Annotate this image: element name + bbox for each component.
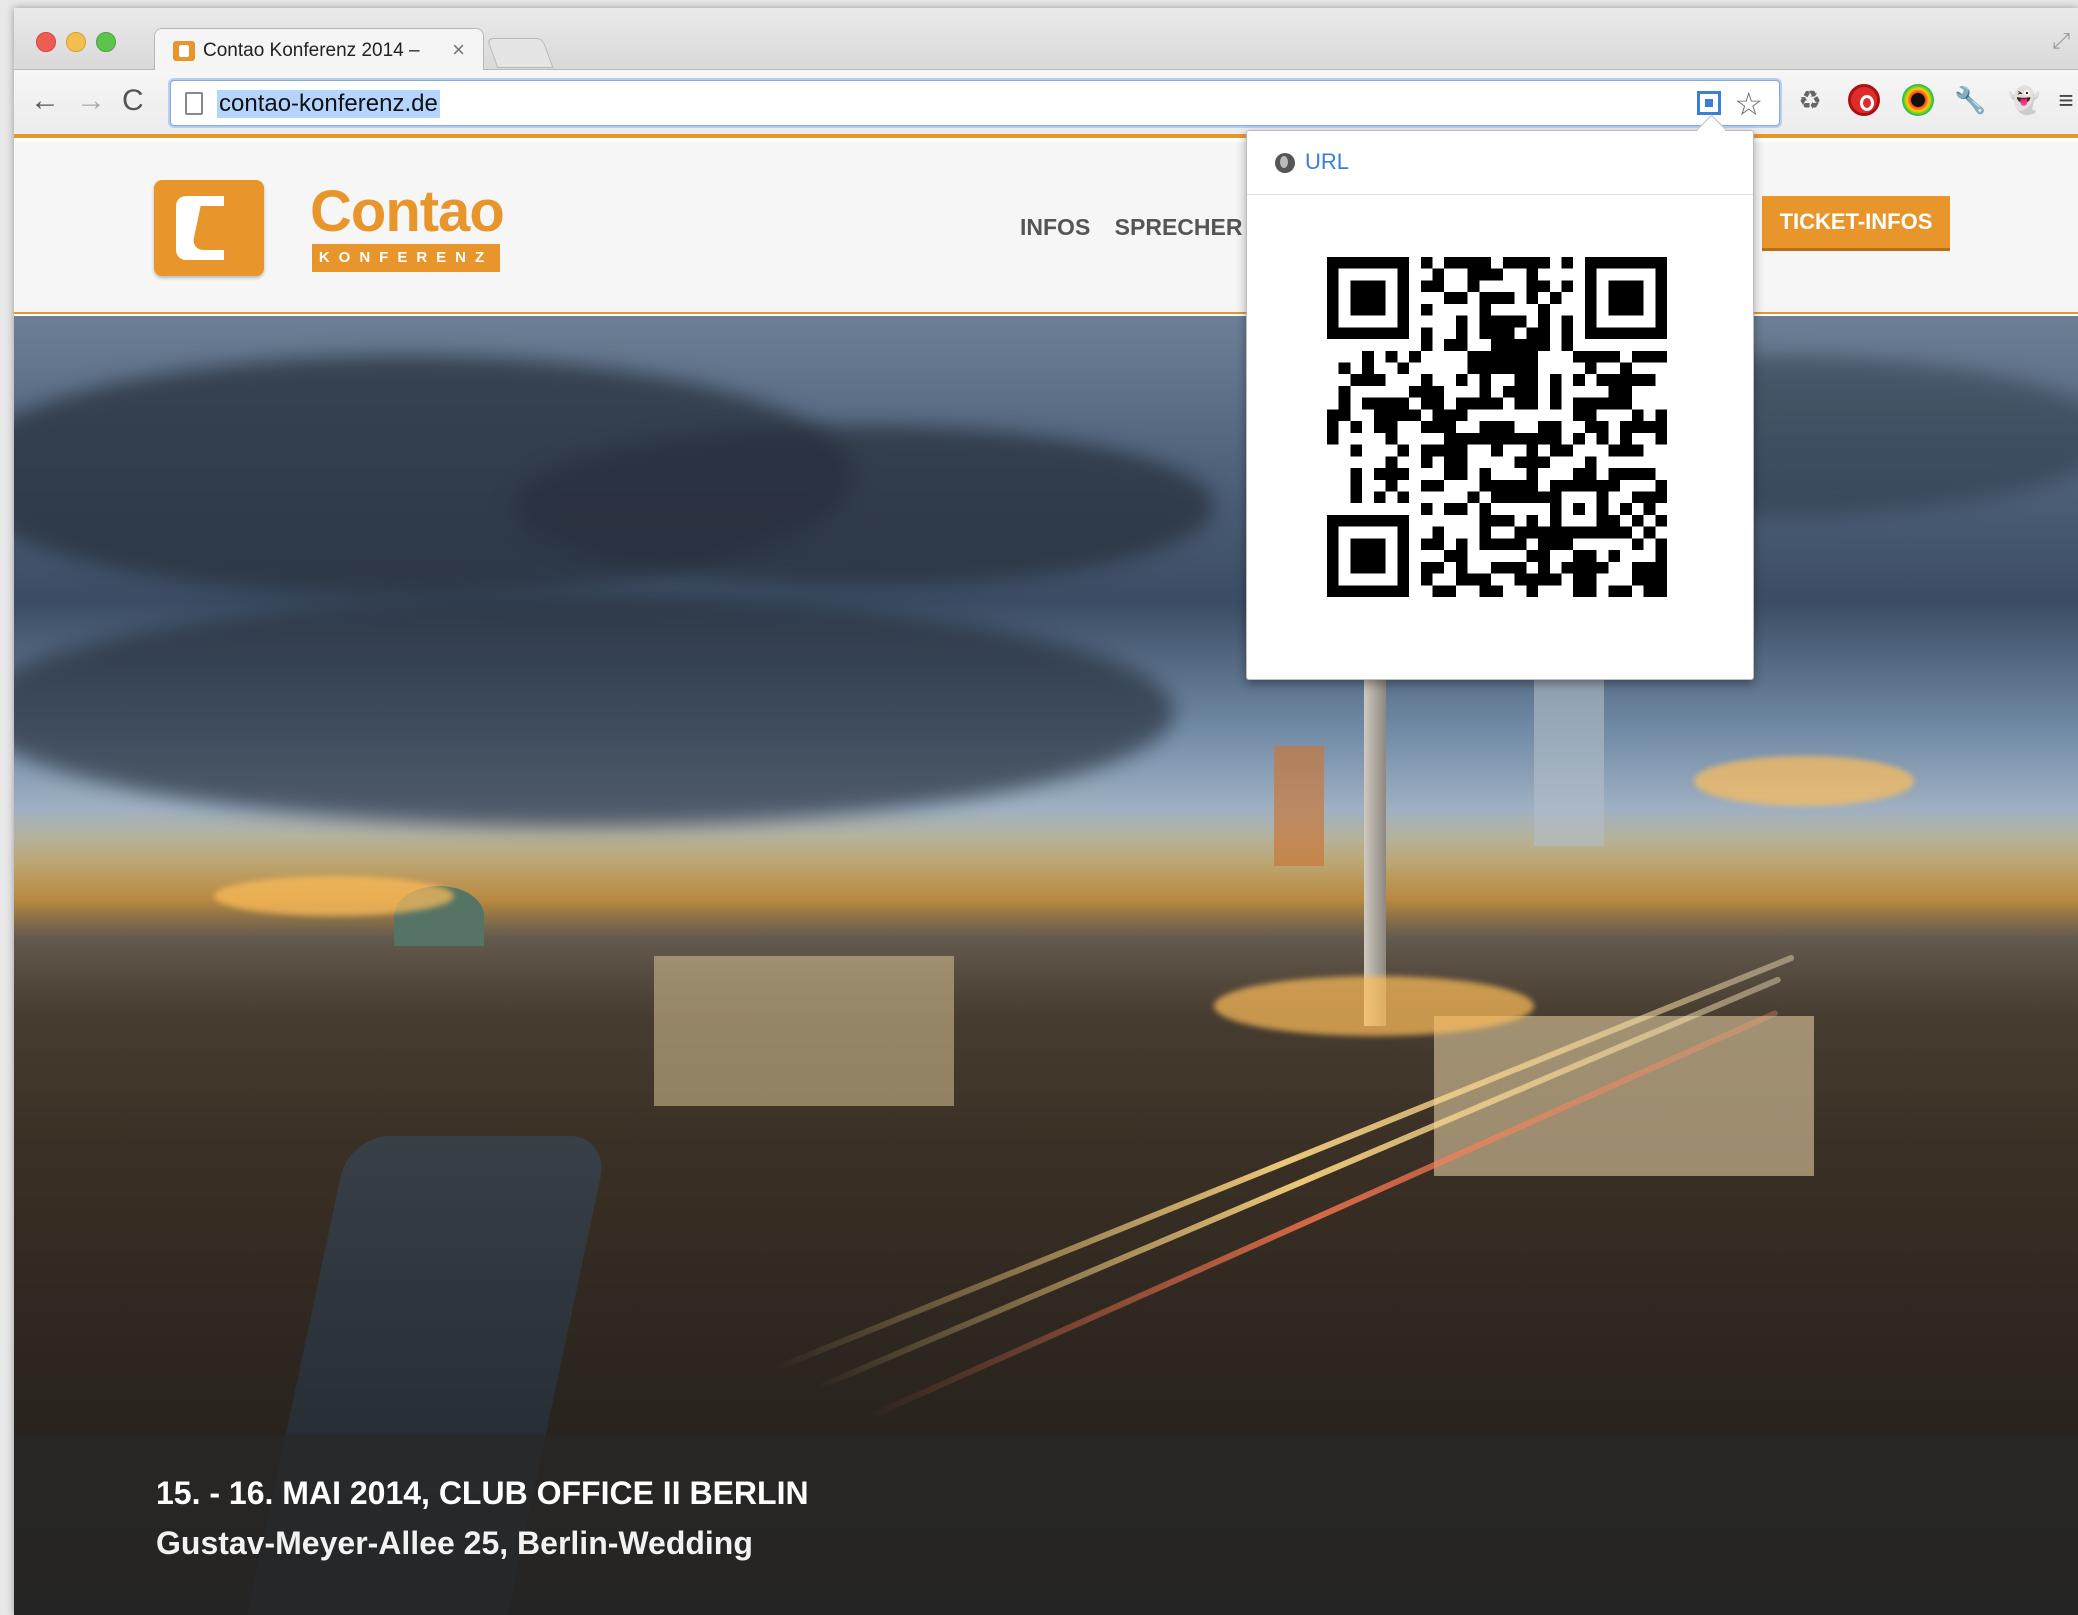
wrench-icon[interactable]: 🔧 — [1954, 84, 1986, 116]
popup-url-link[interactable]: URL — [1305, 149, 1349, 175]
tab-close-icon[interactable]: × — [452, 37, 465, 63]
reload-button[interactable]: C — [122, 84, 144, 118]
event-address: Gustav-Meyer-Allee 25, Berlin-Wedding — [156, 1525, 753, 1561]
nav-item-sprecher[interactable]: SPRECHER — [1115, 214, 1243, 240]
tab-active[interactable]: Contao Konferenz 2014 – × — [154, 28, 484, 70]
stop-icon[interactable] — [1848, 84, 1880, 116]
ghost-icon[interactable]: 👻 — [2008, 84, 2040, 116]
forward-button[interactable]: → — [76, 84, 106, 118]
contao-favicon-icon — [173, 41, 195, 61]
contao-logo-icon[interactable] — [154, 180, 264, 276]
url-text[interactable]: contao-konferenz.de — [217, 90, 440, 118]
fullscreen-icon[interactable]: ⤢ — [2052, 28, 2070, 54]
qr-code-popup: URL — [1246, 130, 1754, 680]
tab-title: Contao Konferenz 2014 – — [203, 40, 420, 61]
close-window-button[interactable] — [36, 32, 56, 52]
web-page: Contao KONFERENZ INFOS SPRECHER TICKET-I… — [14, 142, 2078, 1615]
minimize-window-button[interactable] — [66, 32, 86, 52]
site-header: Contao KONFERENZ INFOS SPRECHER TICKET-I… — [14, 142, 2078, 314]
back-button[interactable]: ← — [30, 84, 60, 118]
globe-icon — [1275, 153, 1295, 173]
logo-title[interactable]: Contao — [310, 178, 505, 245]
address-bar[interactable]: contao-konferenz.de ☆ — [170, 80, 1780, 126]
title-bar: Contao Konferenz 2014 – × ⤢ — [14, 8, 2078, 70]
main-nav: INFOS SPRECHER — [1020, 214, 1260, 241]
recycle-icon[interactable]: ♻ — [1794, 84, 1826, 116]
zoom-window-button[interactable] — [96, 32, 116, 52]
menu-icon[interactable]: ≡ — [2050, 84, 2078, 116]
qr-code-extension-icon[interactable] — [1697, 91, 1721, 115]
color-picker-icon[interactable] — [1902, 84, 1934, 116]
qr-code-image — [1327, 257, 1667, 597]
bookmark-star-icon[interactable]: ☆ — [1734, 85, 1763, 123]
logo-subtitle: KONFERENZ — [312, 244, 500, 272]
event-caption: 15. - 16. MAI 2014, CLUB OFFICE II BERLI… — [14, 1435, 2078, 1615]
ticket-infos-button[interactable]: TICKET-INFOS — [1762, 196, 1950, 248]
popup-header: URL — [1247, 131, 1753, 195]
nav-item-infos[interactable]: INFOS — [1020, 214, 1090, 240]
new-tab-button[interactable] — [486, 38, 554, 68]
browser-window: Contao Konferenz 2014 – × ⤢ ← → C contao… — [14, 8, 2078, 1615]
hero-image: 15. - 16. MAI 2014, CLUB OFFICE II BERLI… — [14, 316, 2078, 1615]
browser-toolbar: ← → C contao-konferenz.de ☆ ♻ 🔧 👻 ≡ — [14, 70, 2078, 138]
page-icon — [185, 92, 203, 115]
event-date-venue: 15. - 16. MAI 2014, CLUB OFFICE II BERLI… — [156, 1475, 809, 1511]
